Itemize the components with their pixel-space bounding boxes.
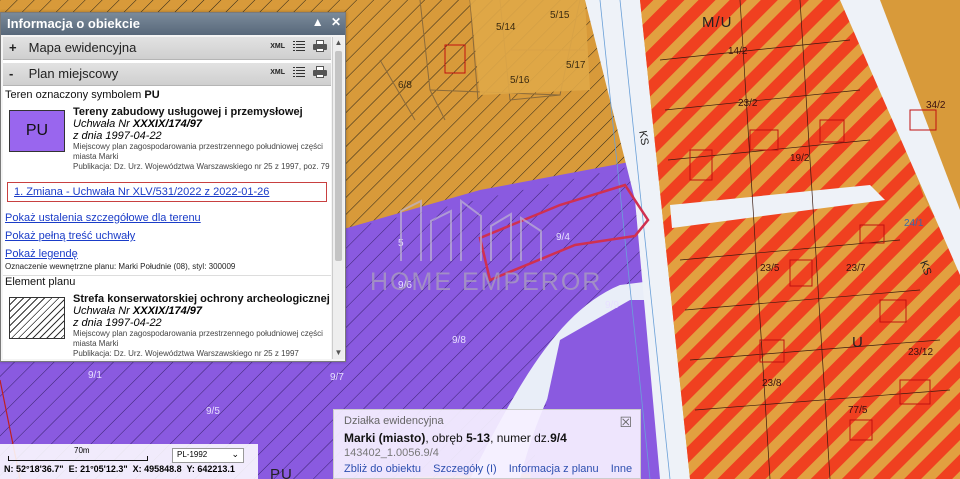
map-label: 24/1 [904, 218, 924, 229]
plan-change-box: 1. Zmiana - Uchwała Nr XLV/531/2022 z 20… [7, 182, 327, 202]
internal-designation: Oznaczenie wewnętrzne planu: Marki Połud… [5, 262, 236, 271]
map-label: 14/2 [728, 46, 748, 57]
scroll-up-icon[interactable]: ▲ [333, 37, 344, 49]
element-heading: Element planu [3, 275, 331, 289]
entry-publication: Publikacja: Dz. Urz. Województwa Warszaw… [73, 349, 299, 358]
panel-scrollbar[interactable]: ▲ ▼ [332, 37, 344, 359]
coord-n: N: 52°18'36.7" [4, 464, 64, 474]
entry-date: z dnia 1997-04-22 [73, 317, 162, 329]
list-icon[interactable] [293, 40, 305, 52]
collapse-section-icon[interactable]: - [9, 66, 17, 81]
map-label: 77/5 [848, 405, 868, 416]
hatch-symbol-icon [9, 297, 65, 339]
map-label: 19/2 [790, 153, 810, 164]
scrollbar-thumb[interactable] [335, 51, 342, 261]
show-full-resolution-link[interactable]: Pokaż pełną treść uchwały [5, 230, 135, 242]
list-icon[interactable] [293, 66, 305, 78]
map-label: 23/7 [846, 263, 866, 274]
details-link[interactable]: Szczegóły (I) [433, 463, 497, 475]
map-label: 9/5 [206, 406, 220, 417]
zoom-to-object-link[interactable]: Zbliż do obiektu [344, 463, 421, 475]
popup-parcel-line: Marki (miasto), obręb 5-13, numer dz.9/4 [344, 431, 567, 445]
print-icon[interactable] [313, 66, 327, 78]
watermark-logo-icon [400, 199, 542, 261]
map-label: 9/8 [452, 335, 466, 346]
panel-title: Informacja o obiekcie [7, 16, 140, 31]
entry-resolution: Uchwała Nr XXXIX/174/97 [73, 305, 203, 317]
map-label: 23/2 [738, 98, 758, 109]
popup-links: Zbliż do obiektu Szczegóły (I) Informacj… [344, 463, 632, 475]
entry-publication: Publikacja: Dz. Urz. Województwa Warszaw… [73, 162, 330, 171]
section-label: Mapa ewidencyjna [28, 40, 137, 55]
collapse-icon[interactable]: ▲ [312, 15, 324, 29]
area-symbol-line: Teren oznaczony symbolem PU [5, 89, 160, 101]
coord-y: Y: 642213.1 [186, 464, 235, 474]
popup-title: Działka ewidencyjna [344, 415, 444, 427]
entry-date: z dnia 1997-04-22 [73, 130, 162, 142]
xml-icon[interactable]: XML [270, 43, 285, 50]
map-label: 9/7 [330, 372, 344, 383]
block-orange-upper [470, 0, 590, 95]
map-label: 23/12 [908, 347, 934, 358]
parcel-popup[interactable]: ☒ Działka ewidencyjna Marki (miasto), ob… [333, 409, 641, 479]
coord-x: X: 495848.8 [132, 464, 182, 474]
plan-entry-pu: PU Tereny zabudowy usługowej i przemysło… [3, 106, 331, 172]
scroll-down-icon[interactable]: ▼ [333, 347, 344, 359]
map-label: 6/8 [398, 80, 412, 91]
panel-body[interactable]: + Mapa ewidencyjna XML - Plan miejscowy … [3, 37, 331, 359]
plan-entry-archaeology: Strefa konserwatorskiej ochrony archeolo… [3, 293, 331, 359]
section-label: Plan miejscowy [28, 66, 119, 81]
popup-parcel-id: 143402_1.0056.9/4 [344, 447, 439, 459]
xml-icon[interactable]: XML [270, 69, 285, 76]
area-symbol: PU [144, 89, 160, 101]
road-label-ks: KS [636, 129, 651, 147]
zone-label-pu: PU [270, 466, 293, 479]
entry-title: Tereny zabudowy usługowej i przemysłowej [73, 106, 303, 118]
map-label: 23/8 [762, 378, 782, 389]
map-label: 9/1 [88, 370, 102, 381]
map-label: 5/17 [566, 60, 586, 71]
zone-label-u: U [852, 334, 864, 351]
scale-label: 70m [74, 446, 90, 455]
entry-description: Miejscowy plan zagospodarowania przestrz… [73, 142, 323, 161]
crs-select[interactable]: PL-1992 ⌄ [172, 448, 244, 463]
section-cadastral-map[interactable]: + Mapa ewidencyjna XML [3, 37, 331, 60]
entry-title: Strefa konserwatorskiej ochrony archeolo… [73, 293, 330, 305]
section-local-plan[interactable]: - Plan miejscowy XML [3, 63, 331, 86]
show-detailed-provisions-link[interactable]: Pokaż ustalenia szczegółowe dla terenu [5, 212, 201, 224]
map-label: 23/5 [760, 263, 780, 274]
chevron-down-icon: ⌄ [231, 449, 239, 459]
map-label: 5/16 [510, 75, 530, 86]
print-icon[interactable] [313, 40, 327, 52]
map-label: 9/4 [556, 232, 570, 243]
panel-header[interactable]: Informacja o obiekcie ▲ ✕ [1, 13, 345, 35]
object-info-panel[interactable]: Informacja o obiekcie ▲ ✕ + Mapa ewidenc… [0, 12, 346, 362]
map-label: 9/9 [605, 300, 619, 311]
entry-resolution: Uchwała Nr XXXIX/174/97 [73, 118, 203, 130]
zone-label-mu: M/U [702, 14, 733, 31]
coord-e: E: 21°05'12.3" [68, 464, 128, 474]
crs-value: PL-1992 [177, 450, 208, 459]
other-link[interactable]: Inne [611, 463, 632, 475]
expand-icon[interactable]: + [9, 40, 17, 55]
close-icon[interactable]: ✕ [331, 15, 341, 29]
map-label: 5/15 [550, 10, 570, 21]
coordinate-strip: 70m PL-1992 ⌄ N: 52°18'36.7" E: 21°05'12… [0, 444, 258, 479]
show-legend-link[interactable]: Pokaż legendę [5, 248, 78, 260]
plan-change-link[interactable]: 1. Zmiana - Uchwała Nr XLV/531/2022 z 20… [14, 186, 269, 198]
pu-symbol-icon: PU [9, 110, 65, 152]
watermark-text: HOME EMPEROR [370, 268, 603, 296]
close-icon[interactable]: ☒ [619, 414, 632, 431]
scale-bar [8, 456, 148, 461]
map-label: 34/2 [926, 100, 946, 111]
plan-info-link[interactable]: Informacja z planu [509, 463, 599, 475]
map-label: 5/14 [496, 22, 516, 33]
coordinate-readout: N: 52°18'36.7" E: 21°05'12.3" X: 495848.… [4, 464, 235, 474]
entry-description: Miejscowy plan zagospodarowania przestrz… [73, 329, 323, 348]
